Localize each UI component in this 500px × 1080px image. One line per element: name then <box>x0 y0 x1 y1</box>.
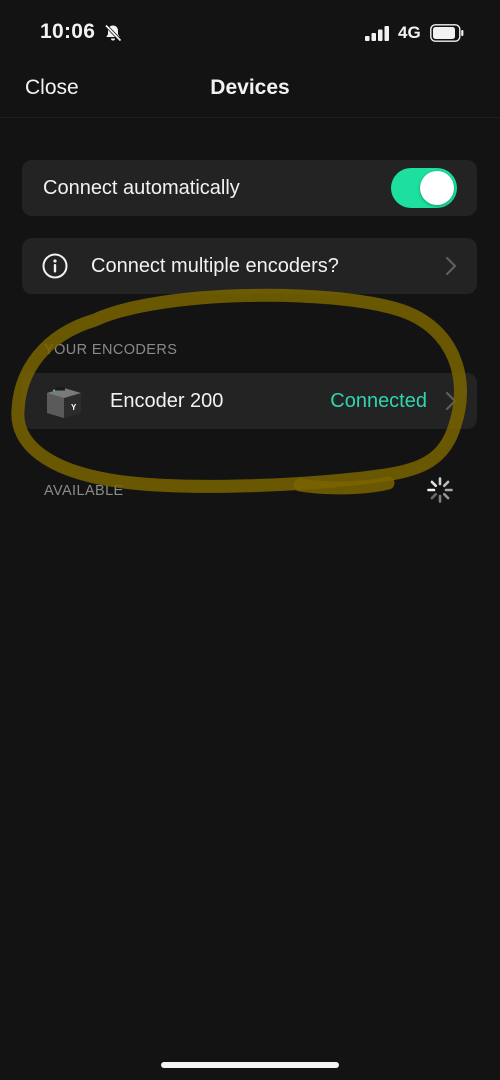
home-indicator[interactable] <box>161 1062 339 1068</box>
battery-icon <box>430 24 464 42</box>
your-encoders-header: YOUR ENCODERS <box>44 342 178 358</box>
connect-multiple-encoders-row[interactable]: Connect multiple encoders? <box>22 238 477 294</box>
devices-screen: 10:06 4G Close Devices Connect automatic… <box>0 0 500 1080</box>
connect-automatically-toggle[interactable] <box>391 168 457 208</box>
encoder-status: Connected <box>330 390 427 412</box>
loading-spinner-icon <box>427 477 453 503</box>
connect-automatically-label: Connect automatically <box>43 177 240 199</box>
bell-slash-icon <box>104 24 122 42</box>
encoder-name: Encoder 200 <box>110 390 224 412</box>
status-bar: 10:06 4G <box>0 0 500 66</box>
connect-automatically-row: Connect automatically <box>22 160 477 216</box>
status-time: 10:06 <box>40 20 96 43</box>
encoder-row[interactable]: Y Encoder 200 Connected <box>22 373 477 429</box>
network-label: 4G <box>398 23 421 42</box>
available-header: AVAILABLE <box>44 483 124 499</box>
page-title: Devices <box>210 76 290 99</box>
encoder-device-icon: Y <box>47 387 81 418</box>
chevron-right-icon <box>445 256 457 276</box>
chevron-right-icon <box>445 391 457 411</box>
signal-icon <box>365 26 389 41</box>
svg-text:Y: Y <box>71 403 77 412</box>
nav-bar: Close Devices <box>0 66 500 118</box>
info-icon <box>42 253 68 279</box>
toggle-knob <box>420 171 454 205</box>
connect-multiple-encoders-label: Connect multiple encoders? <box>91 255 339 277</box>
